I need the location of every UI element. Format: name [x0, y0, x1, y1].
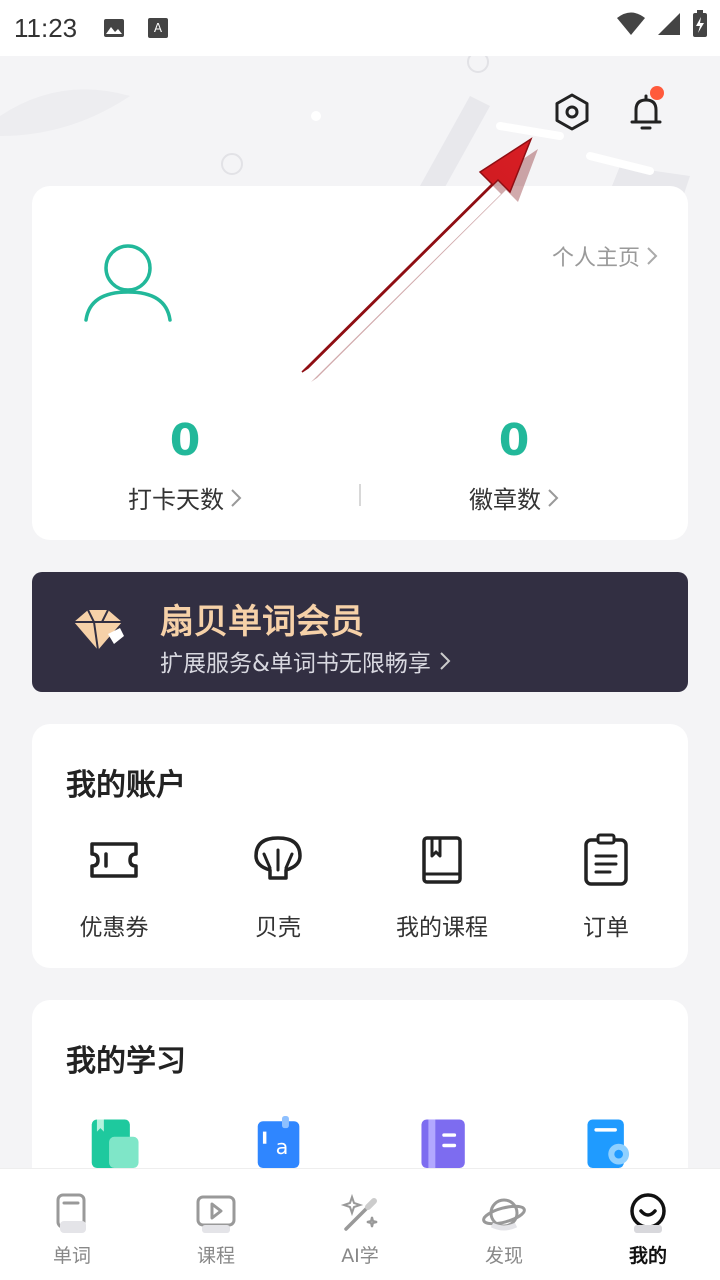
badges-label: 徽章数 — [469, 486, 541, 514]
tab-words[interactable]: 单词 — [0, 1169, 144, 1280]
avatar-icon[interactable] — [84, 242, 172, 322]
blue-a-book-icon: a — [257, 1116, 300, 1168]
badges-label-row: 徽章数 — [414, 480, 614, 515]
tab-discover[interactable]: 发现 — [432, 1169, 576, 1280]
vip-title: 扇贝单词会员 — [160, 602, 364, 642]
diamond-icon — [74, 609, 124, 651]
checkin-days-label: 打卡天数 — [128, 486, 224, 514]
study-vocab-item[interactable]: a — [252, 1116, 312, 1168]
chevron-right-icon — [231, 488, 242, 507]
my-courses-label: 我的课程 — [396, 915, 488, 941]
smile-icon — [630, 1193, 666, 1233]
vip-banner[interactable]: 扇贝单词会员 扩展服务&单词书无限畅享 — [32, 572, 688, 692]
tab-mine-label: 我的 — [628, 1245, 667, 1267]
orders-label: 订单 — [583, 915, 629, 941]
green-wordbook-icon — [91, 1119, 139, 1168]
stat-divider — [359, 484, 361, 506]
badges-stat[interactable]: 0 徽章数 — [414, 416, 614, 515]
chevron-right-icon — [548, 488, 559, 507]
tab-ai-learn-label: AI学 — [341, 1245, 379, 1267]
status-time: 11:23 — [14, 12, 78, 43]
study-review-item[interactable] — [580, 1116, 640, 1168]
play-icon — [196, 1195, 236, 1233]
word-card-icon — [56, 1193, 86, 1233]
tab-words-label: 单词 — [52, 1245, 91, 1267]
account-card: 我的账户 优惠券 贝壳 我的课程 订单 — [32, 724, 688, 968]
signal-icon — [658, 13, 680, 35]
coupon-label: 优惠券 — [79, 915, 149, 941]
checkin-days-value: 0 — [169, 415, 201, 466]
checkin-days-label-row: 打卡天数 — [85, 480, 285, 515]
tab-mine[interactable]: 我的 — [576, 1169, 720, 1280]
my-courses-item[interactable]: 我的课程 — [360, 832, 524, 942]
svg-text:a: a — [276, 1135, 289, 1159]
bottom-tab-bar: 单词 课程 AI学 发现 我的 — [0, 1168, 720, 1280]
blue-card-gear-icon — [587, 1119, 630, 1168]
svg-text:A: A — [154, 21, 163, 35]
status-right — [616, 10, 708, 38]
settings-button[interactable] — [550, 90, 594, 134]
wifi-icon — [617, 12, 645, 35]
coupon-item[interactable]: 优惠券 — [32, 832, 196, 942]
shell-icon — [254, 836, 302, 880]
tab-courses[interactable]: 课程 — [144, 1169, 288, 1280]
clipboard-icon — [584, 833, 628, 886]
settings-hexagon-icon — [555, 93, 589, 131]
purple-notebook-icon — [421, 1119, 465, 1168]
chevron-right-icon — [647, 247, 658, 265]
profile-link-label: 个人主页 — [551, 246, 640, 271]
image-icon — [104, 19, 125, 37]
keyboard-a-icon: A — [148, 18, 169, 38]
shell-item[interactable]: 贝壳 — [196, 832, 360, 942]
chevron-right-icon — [440, 652, 451, 670]
checkin-days-stat[interactable]: 0 打卡天数 — [85, 416, 285, 515]
study-wordbook-item[interactable] — [86, 1116, 146, 1168]
notification-dot — [650, 86, 664, 100]
notification-button[interactable] — [624, 86, 668, 134]
badges-value: 0 — [498, 415, 530, 466]
book-icon — [422, 836, 462, 884]
profile-link[interactable]: 个人主页 — [552, 240, 658, 272]
planet-icon — [482, 1198, 526, 1231]
study-notebook-item[interactable] — [414, 1116, 474, 1168]
battery-icon — [693, 10, 707, 37]
orders-item[interactable]: 订单 — [524, 832, 688, 942]
vip-subtitle: 扩展服务&单词书无限畅享 — [160, 651, 431, 677]
account-title: 我的账户 — [66, 768, 186, 803]
tab-ai-learn[interactable]: AI学 — [288, 1169, 432, 1280]
vip-subtitle-row: 扩展服务&单词书无限畅享 — [160, 644, 451, 678]
tab-discover-label: 发现 — [484, 1245, 523, 1267]
tab-courses-label: 课程 — [196, 1245, 235, 1267]
ticket-icon — [90, 842, 138, 878]
profile-card: 个人主页 0 打卡天数 0 徽章数 — [32, 186, 688, 540]
shell-label: 贝壳 — [255, 915, 301, 941]
top-actions — [550, 86, 668, 134]
study-title: 我的学习 — [66, 1044, 186, 1079]
status-bar: 11:23 A — [0, 0, 720, 56]
magic-wand-icon — [340, 1193, 378, 1231]
